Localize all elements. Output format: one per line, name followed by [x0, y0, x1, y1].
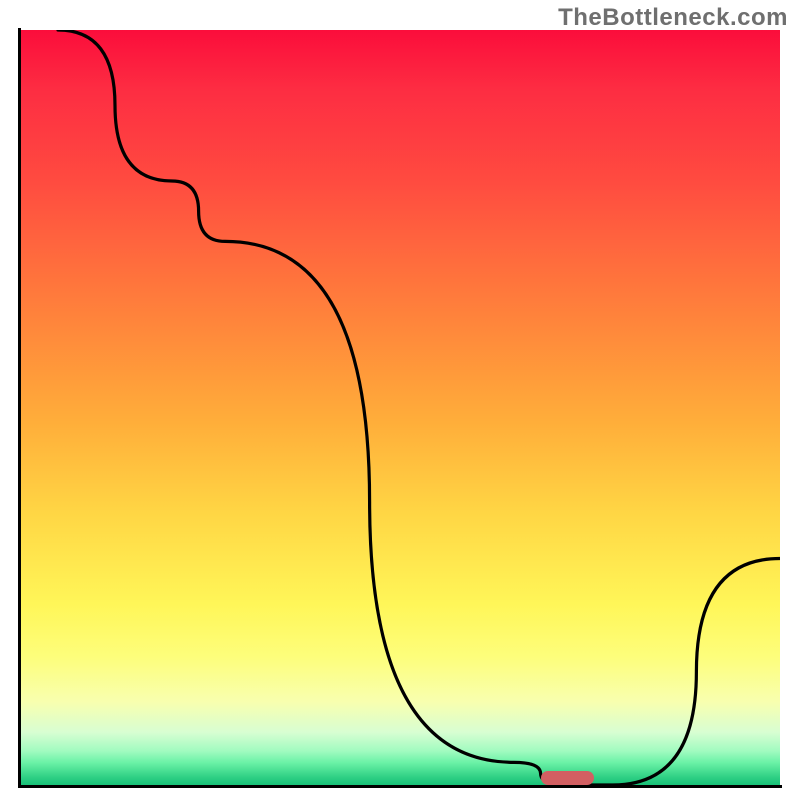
x-axis-line [18, 785, 782, 788]
optimal-marker [541, 771, 594, 785]
chart-container: TheBottleneck.com [0, 0, 800, 800]
plot-area [20, 30, 780, 785]
watermark-text: TheBottleneck.com [558, 4, 788, 32]
y-axis-line [18, 28, 21, 788]
bottleneck-curve [20, 30, 780, 785]
